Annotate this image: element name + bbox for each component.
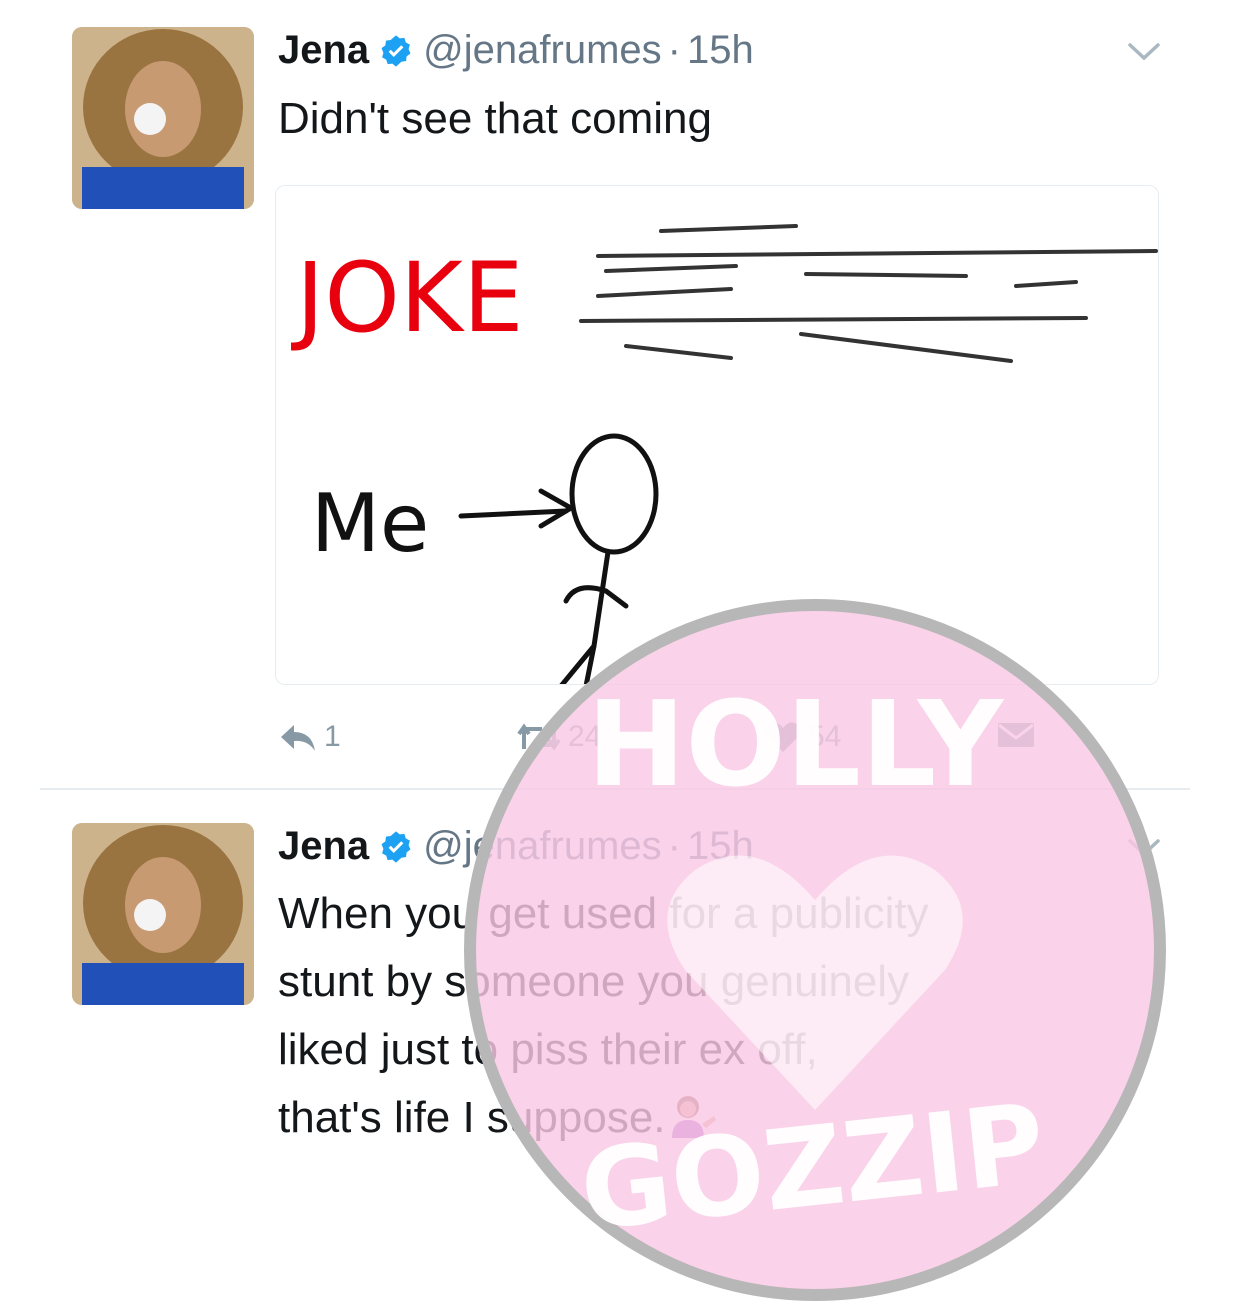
like-button[interactable]: 54 xyxy=(764,720,841,754)
tweet-text: Didn't see that coming xyxy=(278,94,712,143)
tweet-image[interactable]: JOKE Me xyxy=(275,185,1159,685)
tweet-text: When you get used for a publicity stunt … xyxy=(278,880,929,1152)
tweet-text-line: liked just to piss their ex off, xyxy=(278,1025,818,1074)
avatar[interactable] xyxy=(72,823,254,1005)
tweet-divider xyxy=(40,788,1190,790)
tweet-text-line: that's life I suppose. xyxy=(278,1093,666,1142)
reply-count: 1 xyxy=(324,720,341,753)
reply-button[interactable]: 1 xyxy=(278,720,341,754)
me-label: Me xyxy=(311,477,429,570)
direct-message-button[interactable] xyxy=(996,720,1042,750)
display-name[interactable]: Jena xyxy=(278,28,369,73)
envelope-icon xyxy=(998,723,1034,747)
separator: · xyxy=(667,823,681,868)
separator: · xyxy=(667,27,681,72)
handle[interactable]: @jenafrumes xyxy=(423,28,661,73)
person-tipping-hand-emoji-icon xyxy=(666,1090,718,1138)
verified-badge-icon xyxy=(379,33,413,67)
like-count: 54 xyxy=(808,720,842,753)
retweet-icon xyxy=(517,723,561,751)
avatar[interactable] xyxy=(72,27,254,209)
chevron-down-icon[interactable] xyxy=(1126,836,1162,860)
joke-label: JOKE xyxy=(291,242,523,354)
tweet-text-line-last: that's life I suppose. xyxy=(278,1084,929,1152)
handle[interactable]: @jenafrumes xyxy=(423,824,661,869)
tweet-header: Jena @jenafrumes · 15h xyxy=(278,820,754,872)
timestamp[interactable]: 15h xyxy=(687,824,754,869)
chevron-down-icon[interactable] xyxy=(1126,40,1162,64)
verified-badge-icon xyxy=(379,829,413,863)
tweet-text-line: When you get used for a publicity xyxy=(278,889,929,938)
heart-icon xyxy=(765,722,801,752)
retweet-count: 24 xyxy=(568,720,602,753)
timestamp[interactable]: 15h xyxy=(687,28,754,73)
tweet-text-line: stunt by someone you genuinely xyxy=(278,957,910,1006)
retweet-button[interactable]: 24 xyxy=(516,720,601,754)
reply-icon xyxy=(281,725,315,751)
display-name[interactable]: Jena xyxy=(278,824,369,869)
tweet-header: Jena @jenafrumes · 15h xyxy=(278,24,754,76)
